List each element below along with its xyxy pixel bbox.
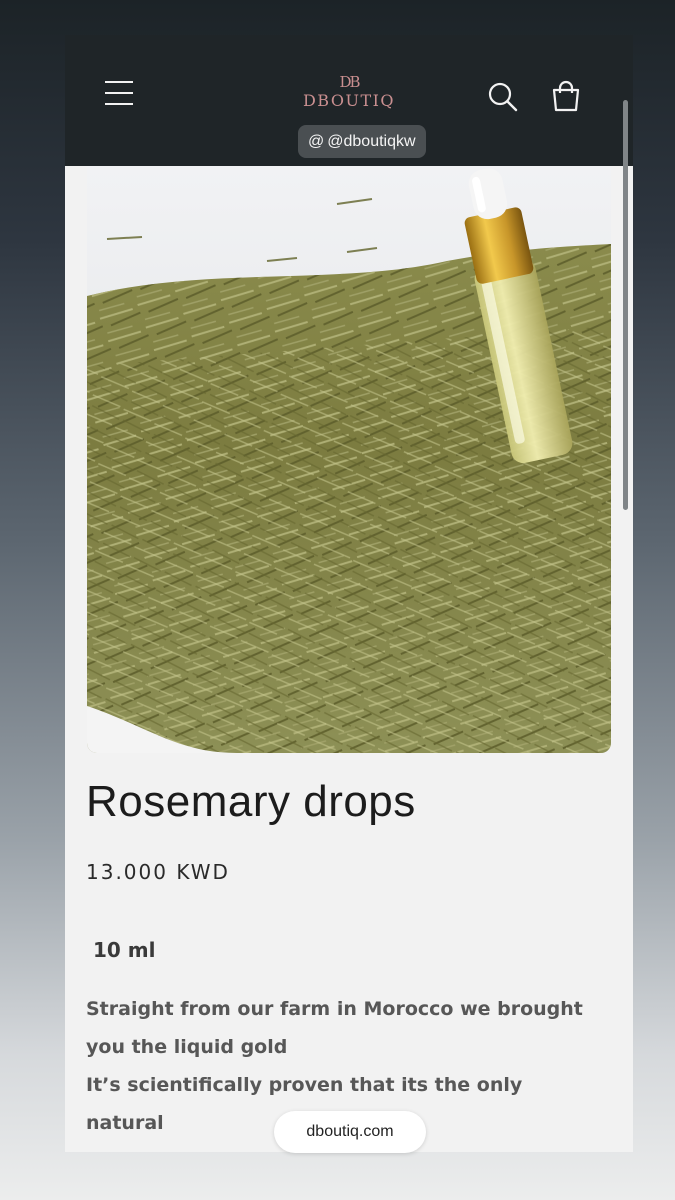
logo-wordmark: DBOUTIQ <box>302 91 396 110</box>
url-link-sticker[interactable]: dboutiq.com <box>274 1111 426 1153</box>
product-page: DB DBOUTIQ @ @dboutiqkw Rosemary drops 1… <box>65 35 633 1152</box>
search-button[interactable] <box>487 81 519 113</box>
handle-text: @dboutiqkw <box>327 133 416 150</box>
product-price: 13.000 KWD <box>86 860 230 884</box>
hamburger-menu-icon <box>105 81 137 105</box>
search-icon <box>488 82 518 112</box>
instagram-handle-badge: @ @dboutiqkw <box>298 125 426 158</box>
description-line: Straight from our farm in Morocco we bro… <box>86 998 583 1020</box>
cart-button[interactable] <box>549 79 583 113</box>
description-line: you the liquid gold <box>86 1036 288 1058</box>
at-icon: @ <box>308 133 325 150</box>
site-header: DB DBOUTIQ @ @dboutiqkw <box>65 35 633 166</box>
product-photo <box>87 166 611 753</box>
scrollbar[interactable] <box>623 100 628 510</box>
product-size: 10 ml <box>93 938 156 962</box>
logo-monogram: DB <box>339 73 360 91</box>
product-image[interactable] <box>87 166 611 753</box>
brand-logo[interactable]: DB DBOUTIQ <box>299 73 399 111</box>
menu-button[interactable] <box>105 81 137 109</box>
cart-icon <box>552 80 580 112</box>
product-title: Rosemary drops <box>86 777 416 826</box>
